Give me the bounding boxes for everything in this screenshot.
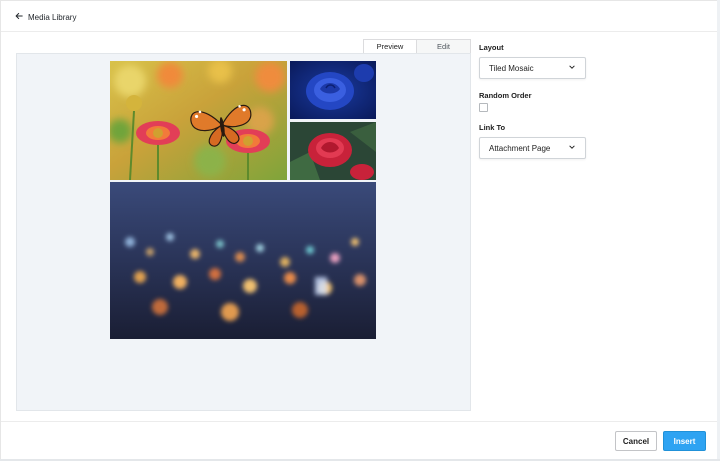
arrow-left-icon [15,12,23,22]
gallery-image-butterfly[interactable] [110,61,287,180]
insert-button[interactable]: Insert [663,431,706,451]
link-to-select-value: Attachment Page [489,143,551,153]
tab-edit[interactable]: Edit [417,39,471,53]
gallery-image-red-rose[interactable] [290,122,376,180]
link-to-setting: Link To Attachment Page [479,123,599,159]
tab-preview[interactable]: Preview [363,39,417,53]
layout-label: Layout [479,43,504,52]
modal-footer: Cancel Insert [1,421,720,461]
gallery-image-city-lights[interactable] [110,182,376,339]
gallery-modal: Media Library Preview Edit Layout Tiled … [0,0,720,461]
layout-select-value: Tiled Mosaic [489,63,534,73]
modal-header: Media Library [1,1,720,32]
tiled-mosaic-gallery [110,61,376,339]
random-order-label: Random Order [479,91,532,100]
back-to-media-library-link[interactable]: Media Library [15,11,76,23]
preview-tabs: Preview Edit [363,39,471,53]
layout-setting: Layout Tiled Mosaic [479,43,599,79]
layout-select[interactable]: Tiled Mosaic [479,57,586,79]
gallery-settings: Layout Tiled Mosaic Random Order Link To… [479,43,599,159]
gallery-image-blue-rose[interactable] [290,61,376,119]
random-order-checkbox[interactable] [479,103,488,112]
chevron-down-icon [568,143,576,153]
link-to-label: Link To [479,123,506,132]
cancel-button[interactable]: Cancel [615,431,657,451]
random-order-setting: Random Order [479,91,599,112]
chevron-down-icon [568,63,576,73]
link-to-select[interactable]: Attachment Page [479,137,586,159]
back-link-label: Media Library [28,12,77,22]
